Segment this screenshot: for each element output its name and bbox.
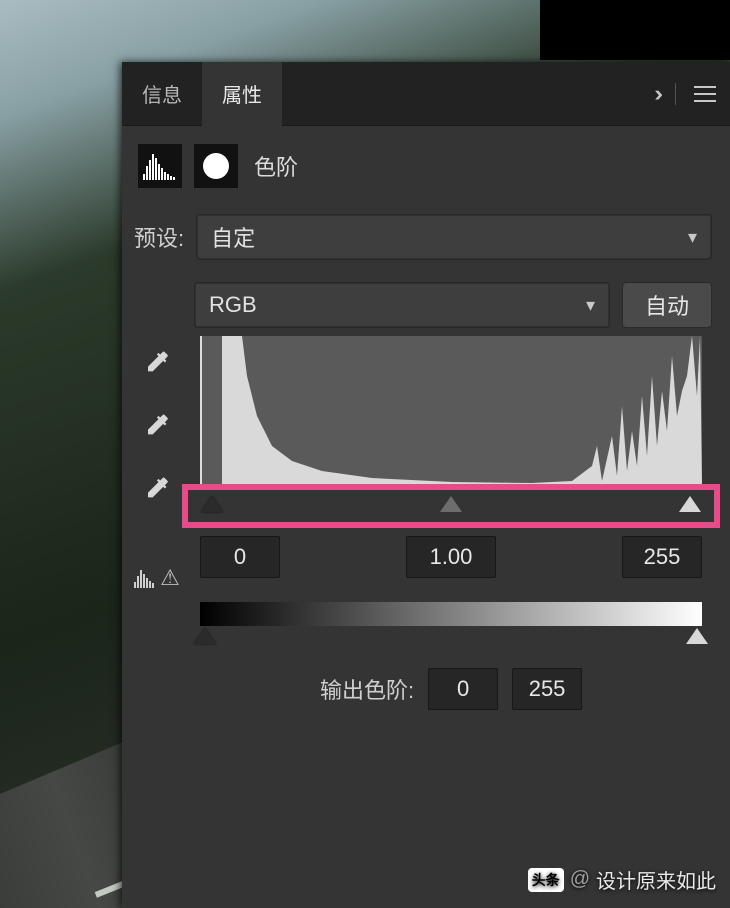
shadow-slider-handle[interactable] [201,496,223,512]
watermark: 头条 @ 设计原来如此 [528,865,716,894]
levels-icon [138,144,182,188]
output-low-input[interactable]: 0 [428,668,498,710]
output-levels-slider[interactable] [200,626,702,652]
preset-value: 自定 [211,221,255,253]
watermark-at: @ [570,868,590,891]
chevron-down-icon: ▾ [688,227,697,248]
midtone-slider-handle[interactable] [440,496,462,512]
histogram-display [200,336,702,486]
output-gradient [200,602,702,626]
watermark-name: 设计原来如此 [596,865,716,894]
adjustment-title: 色阶 [254,150,298,182]
properties-panel: 信息 属性 ›› 色 [122,62,730,908]
collapse-icon[interactable]: ›› [654,81,657,107]
channel-value: RGB [209,292,257,318]
histogram-small-icon[interactable] [134,568,158,588]
output-white-handle[interactable] [686,628,708,644]
highlight-slider-handle[interactable] [679,496,701,512]
output-black-handle[interactable] [194,628,216,644]
panel-tabs: 信息 属性 ›› [122,62,730,126]
adjustment-header: 色阶 [122,126,730,200]
eyedropper-white-icon[interactable] [143,474,171,509]
output-high-input[interactable]: 255 [512,668,582,710]
output-label: 输出色阶: [320,673,414,705]
layer-mask-icon[interactable] [194,144,238,188]
warning-icon[interactable]: ⚠ [160,565,180,591]
watermark-badge: 头条 [528,868,564,892]
tab-info[interactable]: 信息 [122,62,202,126]
preset-label: 预设: [134,221,184,253]
divider [675,83,676,105]
channel-select[interactable]: RGB ▾ [194,282,610,328]
shadow-input[interactable]: 0 [200,536,280,578]
panel-menu-icon[interactable] [694,86,716,102]
highlight-input[interactable]: 255 [622,536,702,578]
eyedropper-gray-icon[interactable] [143,411,171,446]
chevron-down-icon: ▾ [586,295,595,316]
tab-properties[interactable]: 属性 [202,62,282,126]
input-slider-highlight [182,484,720,528]
midtone-input[interactable]: 1.00 [406,536,496,578]
auto-button[interactable]: 自动 [622,282,712,328]
eyedropper-black-icon[interactable] [143,348,171,383]
eyedropper-tools: ⚠ [134,336,180,710]
preset-row: 预设: 自定 ▾ [134,214,712,260]
preset-select[interactable]: 自定 ▾ [196,214,712,260]
